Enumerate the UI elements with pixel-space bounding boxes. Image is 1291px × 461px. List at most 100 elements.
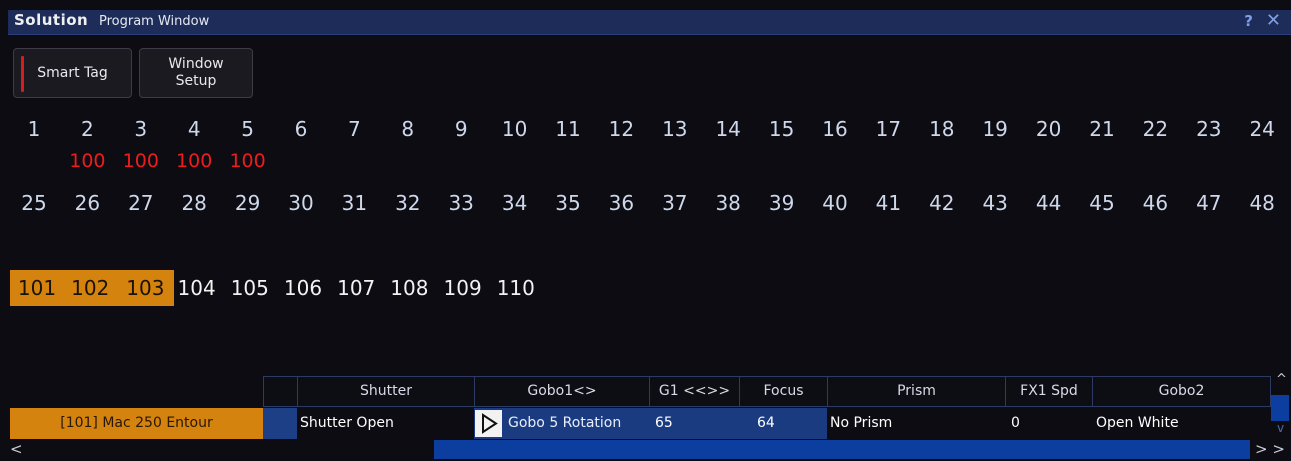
channel-cell[interactable]: 17 [861, 114, 915, 144]
scroll-left-icon[interactable]: < [10, 440, 23, 458]
channel-cell[interactable]: 46 [1128, 188, 1182, 218]
group-cell[interactable]: 108 [382, 270, 436, 306]
channel-cell[interactable]: 18 [915, 114, 969, 144]
title-bar[interactable]: Solution Program Window ? ✕ [8, 10, 1291, 35]
scroll-down-icon[interactable]: v [1277, 421, 1284, 435]
channel-cell[interactable]: 21 [1075, 114, 1129, 144]
cell-fx1spd[interactable]: 0 [1005, 408, 1092, 439]
header-shutter[interactable]: Shutter [297, 376, 474, 407]
fixture-cell[interactable]: [101] Mac 250 Entour [10, 408, 263, 439]
window-setup-line2: Setup [175, 73, 217, 89]
channel-cell[interactable]: 47 [1182, 188, 1236, 218]
channel-cell[interactable]: 12 [594, 114, 648, 144]
channel-cell[interactable]: 48 [1235, 188, 1289, 218]
app-logo: Solution [14, 11, 89, 29]
channel-cell[interactable]: 6 [274, 114, 328, 144]
channel-cell[interactable]: 38 [701, 188, 755, 218]
channel-cell[interactable]: 5 [221, 114, 275, 144]
group-cell[interactable]: 104 [170, 270, 224, 306]
header-fx1spd[interactable]: FX1 Spd [1005, 376, 1092, 407]
group-cell[interactable]: 106 [276, 270, 330, 306]
header-gobo2[interactable]: Gobo2 [1092, 376, 1271, 407]
channel-cell[interactable]: 45 [1075, 188, 1129, 218]
group-cell[interactable]: 105 [223, 270, 277, 306]
channel-cell[interactable]: 15 [755, 114, 809, 144]
channel-level: 100 [176, 150, 213, 172]
channel-cell[interactable]: 20 [1022, 114, 1076, 144]
channel-cell[interactable]: 39 [755, 188, 809, 218]
channel-cell[interactable]: 32 [381, 188, 435, 218]
channel-cell[interactable]: 36 [594, 188, 648, 218]
group-cell[interactable]: 102 [63, 270, 118, 306]
channel-cell[interactable]: 22 [1128, 114, 1182, 144]
header-gobo1[interactable]: Gobo1<> [474, 376, 649, 407]
play-icon [475, 410, 502, 437]
horizontal-scrollbar[interactable] [434, 440, 1250, 459]
channel-cell[interactable]: 34 [488, 188, 542, 218]
channel-cell[interactable]: 23 [1182, 114, 1236, 144]
channel-cell[interactable]: 24 [1235, 114, 1289, 144]
cell-g1[interactable]: 65 [649, 408, 739, 439]
cell-gobo2[interactable]: Open White [1096, 408, 1271, 439]
channel-cell[interactable]: 11 [541, 114, 595, 144]
channel-cell[interactable]: 19 [968, 114, 1022, 144]
row-selector[interactable] [263, 408, 297, 439]
help-icon[interactable]: ? [1244, 12, 1253, 30]
group-cell[interactable]: 109 [436, 270, 490, 306]
cell-shutter[interactable]: Shutter Open [300, 408, 474, 439]
channel-cell[interactable]: 44 [1022, 188, 1076, 218]
channel-cell[interactable]: 26 [60, 188, 114, 218]
channel-level: 100 [122, 150, 159, 172]
channel-cell[interactable]: 25 [7, 188, 61, 218]
channel-cell[interactable]: 40 [808, 188, 862, 218]
scroll-right-icon[interactable]: > > [1255, 440, 1285, 458]
close-icon[interactable]: ✕ [1266, 10, 1281, 31]
channel-cell[interactable]: 2 [60, 114, 114, 144]
channel-cell[interactable]: 42 [915, 188, 969, 218]
channel-cell[interactable]: 13 [648, 114, 702, 144]
header-prism[interactable]: Prism [827, 376, 1005, 407]
window-title: Program Window [99, 14, 210, 29]
group-cell[interactable]: 103 [116, 270, 175, 306]
header-focus[interactable]: Focus [739, 376, 827, 407]
smart-tag-button[interactable]: Smart Tag [13, 48, 132, 98]
program-window: Solution Program Window ? ✕ Smart Tag Wi… [0, 0, 1291, 461]
window-setup-label: Window Setup [168, 56, 223, 90]
channel-level: 100 [69, 150, 106, 172]
channel-level [7, 148, 61, 174]
channel-cell[interactable]: 3 [114, 114, 168, 144]
channel-cell[interactable]: 29 [221, 188, 275, 218]
channel-cell[interactable]: 7 [327, 114, 381, 144]
window-setup-button[interactable]: Window Setup [139, 48, 253, 98]
channel-cell[interactable]: 33 [434, 188, 488, 218]
channel-cell[interactable]: 1 [7, 114, 61, 144]
channel-cell[interactable]: 30 [274, 188, 328, 218]
channel-cell[interactable]: 10 [488, 114, 542, 144]
header-g1[interactable]: G1 <<>> [649, 376, 739, 407]
channel-level: 100 [229, 150, 266, 172]
smart-tag-label: Smart Tag [37, 65, 108, 81]
channel-cell[interactable]: 37 [648, 188, 702, 218]
vertical-scroll-thumb[interactable] [1271, 395, 1289, 421]
sheet-header-blank [263, 376, 297, 407]
scroll-up-icon[interactable]: ^ [1276, 372, 1287, 387]
channel-cell[interactable]: 35 [541, 188, 595, 218]
window-setup-line1: Window [168, 56, 224, 72]
cell-focus[interactable]: 64 [739, 408, 827, 439]
channel-cell[interactable]: 16 [808, 114, 862, 144]
cell-gobo1-text: Gobo 5 Rotation [508, 415, 622, 431]
cell-prism[interactable]: No Prism [830, 408, 1005, 439]
channel-cell[interactable]: 28 [167, 188, 221, 218]
channel-cell[interactable]: 27 [114, 188, 168, 218]
group-cell[interactable]: 101 [10, 270, 64, 306]
channel-cell[interactable]: 8 [381, 114, 435, 144]
cell-gobo1[interactable]: Gobo 5 Rotation [474, 408, 649, 439]
group-cell[interactable]: 110 [489, 270, 543, 306]
group-cell[interactable]: 107 [329, 270, 383, 306]
channel-cell[interactable]: 41 [861, 188, 915, 218]
channel-cell[interactable]: 43 [968, 188, 1022, 218]
channel-cell[interactable]: 31 [327, 188, 381, 218]
channel-cell[interactable]: 4 [167, 114, 221, 144]
channel-cell[interactable]: 14 [701, 114, 755, 144]
channel-cell[interactable]: 9 [434, 114, 488, 144]
